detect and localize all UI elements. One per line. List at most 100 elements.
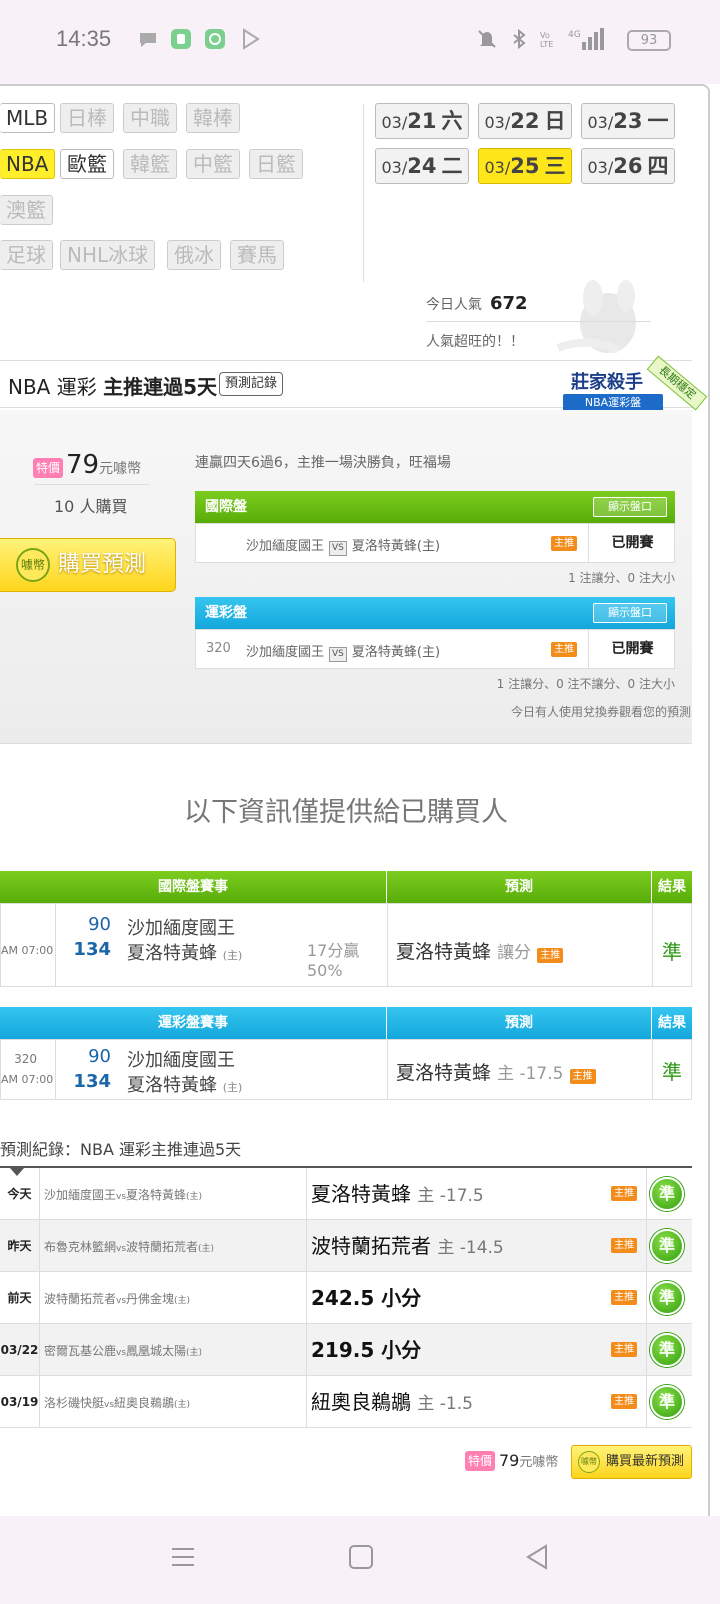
- lottery-table-header: 運彩盤賽事 預測 結果: [0, 1007, 692, 1039]
- bluetooth-icon: [513, 28, 526, 50]
- sport-khl[interactable]: 俄冰: [167, 240, 221, 270]
- record-pick: 夏洛特黃蜂 主 -17.5: [306, 1168, 484, 1220]
- date-0323[interactable]: 03/23 一: [581, 103, 675, 139]
- sport-japan-baseball[interactable]: 日棒: [60, 103, 114, 133]
- popularity: 今日人氣 672: [426, 293, 528, 314]
- play-store-icon: [243, 28, 260, 50]
- home-tag: (主): [222, 949, 243, 962]
- main-pick-badge: 主推: [551, 642, 577, 657]
- special-price-tag: 特價: [33, 458, 64, 478]
- main-pick-badge: 主推: [611, 1186, 637, 1201]
- date-0321[interactable]: 03/21 六: [375, 103, 469, 139]
- date-month: 03/: [587, 158, 614, 177]
- col-result: 結果: [658, 1015, 686, 1031]
- record-row: 03/19 洛杉磯快艇vs紐奧良鵜鶘(主) 紐奧良鵜鶘 主 -1.5 主推 準: [0, 1376, 692, 1428]
- record-day: 03/19: [0, 1376, 40, 1428]
- price-value: 79: [66, 450, 100, 480]
- date-0322[interactable]: 03/22 日: [478, 103, 572, 139]
- records-table: 今天 沙加緬度國王vs夏洛特黃蜂(主) 夏洛特黃蜂 主 -17.5 主推 準 昨…: [0, 1166, 692, 1428]
- record-day: 昨天: [0, 1220, 40, 1272]
- sport-nba[interactable]: NBA: [0, 149, 56, 179]
- menu-icon[interactable]: [170, 1544, 196, 1570]
- home-team: 丹佛金塊: [126, 1292, 175, 1306]
- date-0324[interactable]: 03/24 二: [375, 148, 469, 184]
- sport-japan-basketball[interactable]: 日籃: [249, 149, 303, 179]
- price-currency: 元噱幣: [519, 1455, 559, 1470]
- battery-level: 93: [640, 33, 658, 48]
- match-status: 已開賽: [588, 630, 676, 668]
- vs: vs: [116, 1244, 127, 1254]
- show-odds-button[interactable]: 顯示盤口: [593, 497, 667, 517]
- home-team: 紐奧良鵜鶘: [114, 1396, 175, 1410]
- sport-cpbl[interactable]: 中職: [123, 103, 177, 133]
- price-currency: 元噱幣: [99, 461, 142, 477]
- record-pick: 紐奧良鵜鶘 主 -1.5: [306, 1376, 473, 1428]
- title-bold: 主推連過5天: [103, 375, 217, 399]
- result-hit: 準: [662, 1060, 682, 1084]
- sport-aus-basketball[interactable]: 澳籃: [0, 195, 53, 225]
- away-team: 沙加緬度國王: [44, 1188, 117, 1202]
- pick-type: 讓分: [497, 943, 532, 963]
- volte-icon: VoLTE: [540, 31, 553, 49]
- main-pick-badge: 主推: [569, 1069, 596, 1084]
- home-tag: (主): [186, 1192, 203, 1202]
- main-pick-badge: 主推: [611, 1394, 637, 1409]
- popularity-note: 人氣超旺的！！: [426, 334, 524, 350]
- sport-korea-baseball[interactable]: 韓棒: [186, 103, 240, 133]
- vs: vs: [116, 1348, 127, 1358]
- team-no: 134: [73, 939, 111, 960]
- date-day: 24: [407, 154, 437, 178]
- mute-icon: [478, 30, 496, 48]
- home-tag: (主): [174, 1400, 191, 1410]
- special-price-tag: 特價: [465, 1451, 496, 1471]
- home-icon[interactable]: [348, 1544, 374, 1570]
- pick-team: 夏洛特黃蜂: [396, 941, 492, 963]
- away-team: 布魯克林籃網: [44, 1240, 117, 1254]
- date-month: 03/: [587, 113, 614, 132]
- date-month: 03/: [484, 158, 511, 177]
- date-0326[interactable]: 03/26 四: [581, 148, 675, 184]
- team-name-text: 夏洛特黃蜂: [127, 1075, 217, 1096]
- pick-team: 夏洛特黃蜂: [396, 1062, 492, 1084]
- date-day: 25: [510, 154, 540, 178]
- home-team: 沙加緬度國王: [246, 539, 325, 554]
- sport-soccer[interactable]: 足球: [0, 240, 53, 270]
- sport-korea-basketball[interactable]: 韓籃: [123, 149, 177, 179]
- team-no: 90: [88, 914, 111, 935]
- record-row: 03/22 密爾瓦基公鹿vs鳳凰城太陽(主) 219.5 小分 主推 準: [0, 1324, 692, 1376]
- match-status: 已開賽: [588, 524, 676, 562]
- game-no: 320: [14, 1052, 37, 1066]
- match-no: 320: [206, 641, 231, 656]
- record-button[interactable]: 預測記錄: [219, 372, 284, 396]
- date-weekday: 三: [544, 154, 566, 178]
- team-name-text: 夏洛特黃蜂: [127, 943, 217, 964]
- buyers-count: 10 人購買: [54, 493, 127, 517]
- col-prediction: 預測: [387, 1007, 652, 1039]
- col-match: 國際盤賽事: [0, 871, 387, 903]
- sport-horse-racing[interactable]: 賽馬: [230, 240, 284, 270]
- pick: 夏洛特黃蜂: [311, 1182, 411, 1206]
- date-0325[interactable]: 03/25 三: [478, 148, 572, 184]
- record-row: 昨天 布魯克林籃網vs波特蘭拓荒者(主) 波特蘭拓荒者 主 -14.5 主推 準: [0, 1220, 692, 1272]
- lottery-match-row: 320 沙加緬度國王 VS 夏洛特黃蜂(主) 主推 已開賽: [195, 629, 675, 669]
- svg-text:Vo: Vo: [540, 31, 550, 40]
- popularity-value: 672: [490, 293, 528, 314]
- buyers-label: 人購買: [79, 497, 128, 516]
- pick-line: 主 -1.5: [417, 1394, 473, 1414]
- sport-nhl[interactable]: NHL冰球: [60, 240, 156, 270]
- home-team: 波特蘭拓荒者: [126, 1240, 199, 1254]
- records-title: 預測紀錄：NBA 運彩主推連過5天: [0, 1140, 242, 1159]
- sport-mlb[interactable]: MLB: [0, 103, 56, 133]
- sport-euro-basketball[interactable]: 歐籃: [60, 149, 114, 179]
- date-weekday: 日: [544, 109, 566, 133]
- sport-china-basketball[interactable]: 中籃: [186, 149, 240, 179]
- vs: vs: [116, 1192, 127, 1202]
- date-day: 22: [510, 109, 540, 133]
- prediction: 夏洛特黃蜂 讓分 主推: [396, 937, 564, 964]
- back-icon[interactable]: [524, 1544, 550, 1570]
- record-row: 前天 波特蘭拓荒者vs丹佛金塊(主) 242.5 小分 主推 準: [0, 1272, 692, 1324]
- mascot-illustration: [556, 280, 636, 354]
- pick: 紐奧良鵜鶘: [311, 1390, 411, 1414]
- intl-label: 國際盤: [205, 499, 247, 515]
- show-odds-button[interactable]: 顯示盤口: [593, 603, 667, 623]
